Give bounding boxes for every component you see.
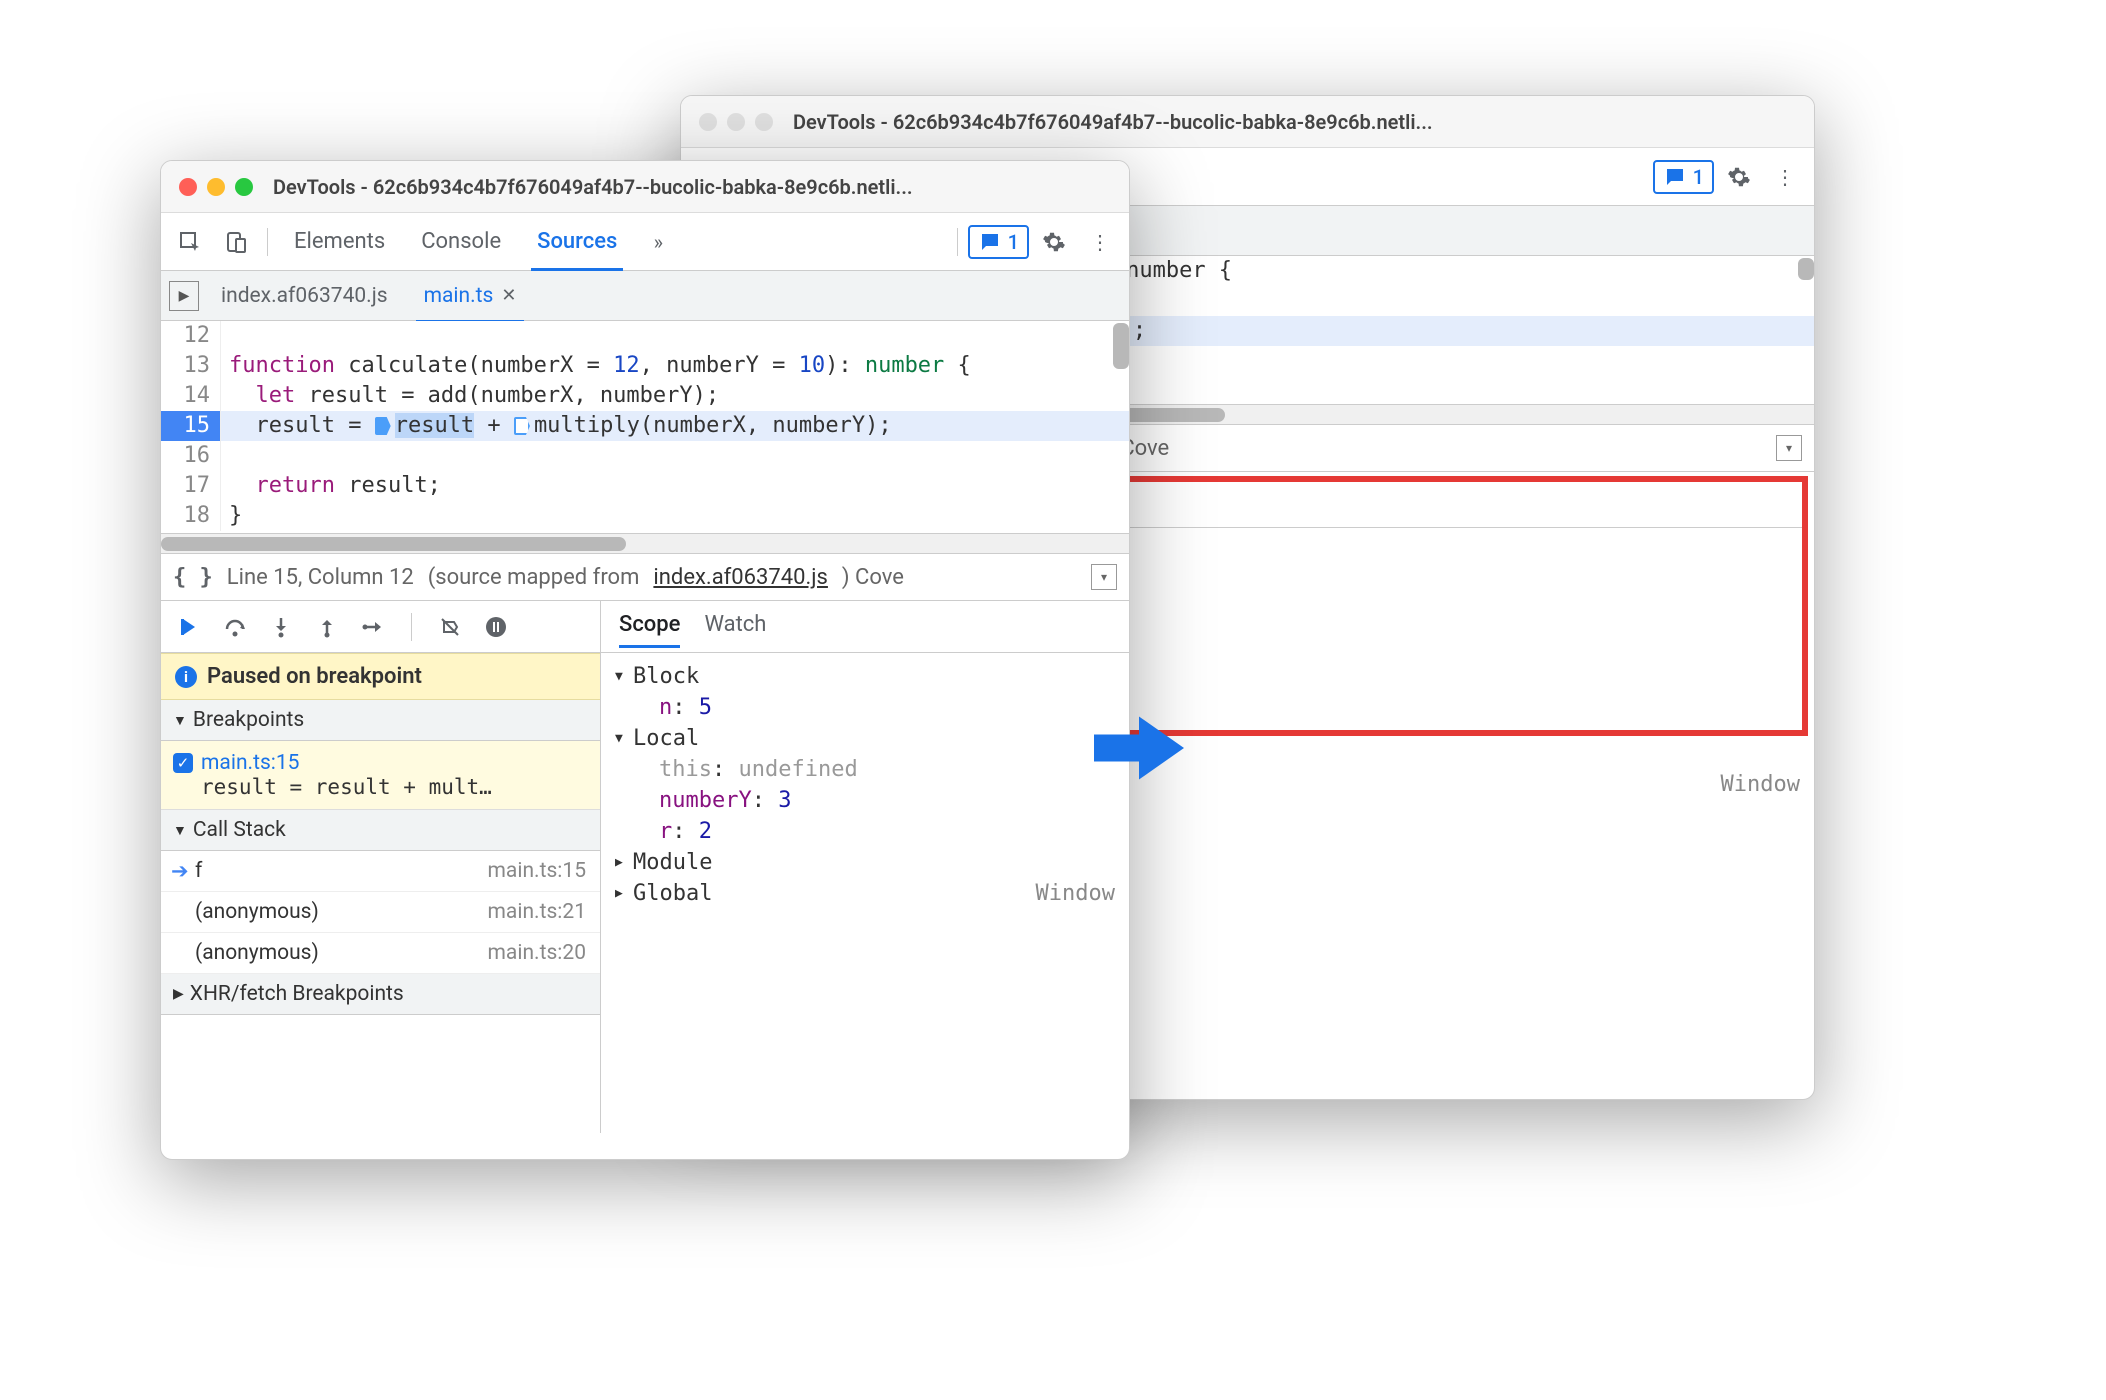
breakpoints-section[interactable]: ▼Breakpoints [161, 700, 600, 741]
message-icon [1663, 165, 1687, 189]
tab-sources[interactable]: Sources [521, 213, 633, 270]
coverage-dropdown-icon[interactable]: ▾ [1091, 564, 1117, 590]
scope-local[interactable]: ▼Local [615, 723, 1115, 754]
paused-banner: i Paused on breakpoint [161, 653, 600, 700]
scope-var[interactable]: numberY: 3 [615, 785, 1115, 816]
main-tabs: Elements Console Sources » 1 ⋮ [161, 213, 1129, 271]
scope-global[interactable]: ▶GlobalWindow [615, 878, 1115, 909]
exec-marker-icon [375, 417, 391, 435]
scope-var[interactable]: this: undefined [615, 754, 1115, 785]
file-tab-js[interactable]: index.af063740.js [207, 278, 402, 314]
h-scrollbar[interactable] [161, 533, 1129, 553]
tab-watch[interactable]: Watch [704, 601, 766, 647]
step-icon[interactable] [359, 613, 387, 641]
file-tab-ts[interactable]: main.ts ✕ [410, 278, 531, 314]
close-window-icon[interactable] [179, 178, 197, 196]
titlebar: DevTools - 62c6b934c4b7f676049af4b7--buc… [681, 96, 1814, 148]
devtools-window-before: DevTools - 62c6b934c4b7f676049af4b7--buc… [160, 160, 1130, 1160]
deactivate-bp-icon[interactable] [436, 613, 464, 641]
editor-status: { } Line 15, Column 12 (source mapped fr… [161, 553, 1129, 601]
source-editor[interactable]: 12 13function calculate(numberX = 12, nu… [161, 321, 1129, 533]
kebab-icon[interactable]: ⋮ [1764, 156, 1806, 198]
xhr-section[interactable]: ▶XHR/fetch Breakpoints [161, 974, 600, 1015]
step-into-icon[interactable] [267, 613, 295, 641]
show-navigator-icon[interactable]: ▶ [169, 281, 199, 311]
message-icon [978, 230, 1002, 254]
annotation-arrow-icon [1094, 708, 1184, 788]
stack-row[interactable]: ➔fmain.ts:15 [161, 851, 600, 892]
debugger-leftpane: i Paused on breakpoint ▼Breakpoints ✓ ma… [161, 653, 601, 1133]
close-icon[interactable]: ✕ [501, 285, 516, 306]
window-title: DevTools - 62c6b934c4b7f676049af4b7--buc… [793, 110, 1433, 134]
settings-icon[interactable] [1718, 156, 1760, 198]
issues-badge[interactable]: 1 [968, 225, 1029, 259]
tab-elements[interactable]: Elements [278, 213, 401, 270]
breakpoint-row[interactable]: ✓ main.ts:15 result = result + mult… [161, 741, 600, 810]
tab-console[interactable]: Console [405, 213, 517, 270]
scope-pane: ▼Block n: 5 ▼Local this: undefined numbe… [601, 653, 1129, 1133]
step-over-icon[interactable] [221, 613, 249, 641]
checkbox-icon[interactable]: ✓ [173, 753, 193, 773]
scope-block[interactable]: ▼Block [615, 661, 1115, 692]
scope-var[interactable]: n: 5 [615, 692, 1115, 723]
pause-exc-icon[interactable] [482, 613, 510, 641]
scope-tabs: Scope Watch [601, 601, 1129, 647]
stack-row[interactable]: (anonymous)main.ts:21 [161, 892, 600, 933]
kebab-icon[interactable]: ⋮ [1079, 221, 1121, 263]
more-tabs-icon[interactable]: » [637, 221, 679, 263]
scope-module[interactable]: ▶Module [615, 847, 1115, 878]
zoom-window-icon[interactable] [235, 178, 253, 196]
window-dot [755, 113, 773, 131]
sourcemap-link[interactable]: index.af063740.js [653, 565, 828, 590]
minimize-window-icon[interactable] [207, 178, 225, 196]
breakpoint-gutter[interactable]: 15 [161, 411, 221, 441]
scope-var[interactable]: r: 2 [615, 816, 1115, 847]
titlebar: DevTools - 62c6b934c4b7f676049af4b7--buc… [161, 161, 1129, 213]
tab-scope[interactable]: Scope [619, 601, 680, 647]
step-out-icon[interactable] [313, 613, 341, 641]
current-frame-icon: ➔ [171, 859, 189, 884]
scrollbar-thumb[interactable] [1798, 258, 1814, 280]
issues-badge[interactable]: 1 [1653, 160, 1714, 194]
scrollbar-thumb[interactable] [161, 537, 626, 551]
scrollbar-thumb[interactable] [1113, 323, 1129, 369]
debug-toolbar [161, 601, 601, 653]
device-icon[interactable] [215, 221, 257, 263]
settings-icon[interactable] [1033, 221, 1075, 263]
callstack-section[interactable]: ▼Call Stack [161, 810, 600, 851]
info-icon: i [175, 666, 197, 688]
inspect-icon[interactable] [169, 221, 211, 263]
resume-icon[interactable] [175, 613, 203, 641]
stack-row[interactable]: (anonymous)main.ts:20 [161, 933, 600, 974]
coverage-dropdown-icon[interactable]: ▾ [1776, 435, 1802, 461]
call-marker-icon [514, 417, 530, 435]
window-dot [699, 113, 717, 131]
window-dot [727, 113, 745, 131]
window-title: DevTools - 62c6b934c4b7f676049af4b7--buc… [273, 175, 913, 199]
file-tabs: ▶ index.af063740.js main.ts ✕ [161, 271, 1129, 321]
